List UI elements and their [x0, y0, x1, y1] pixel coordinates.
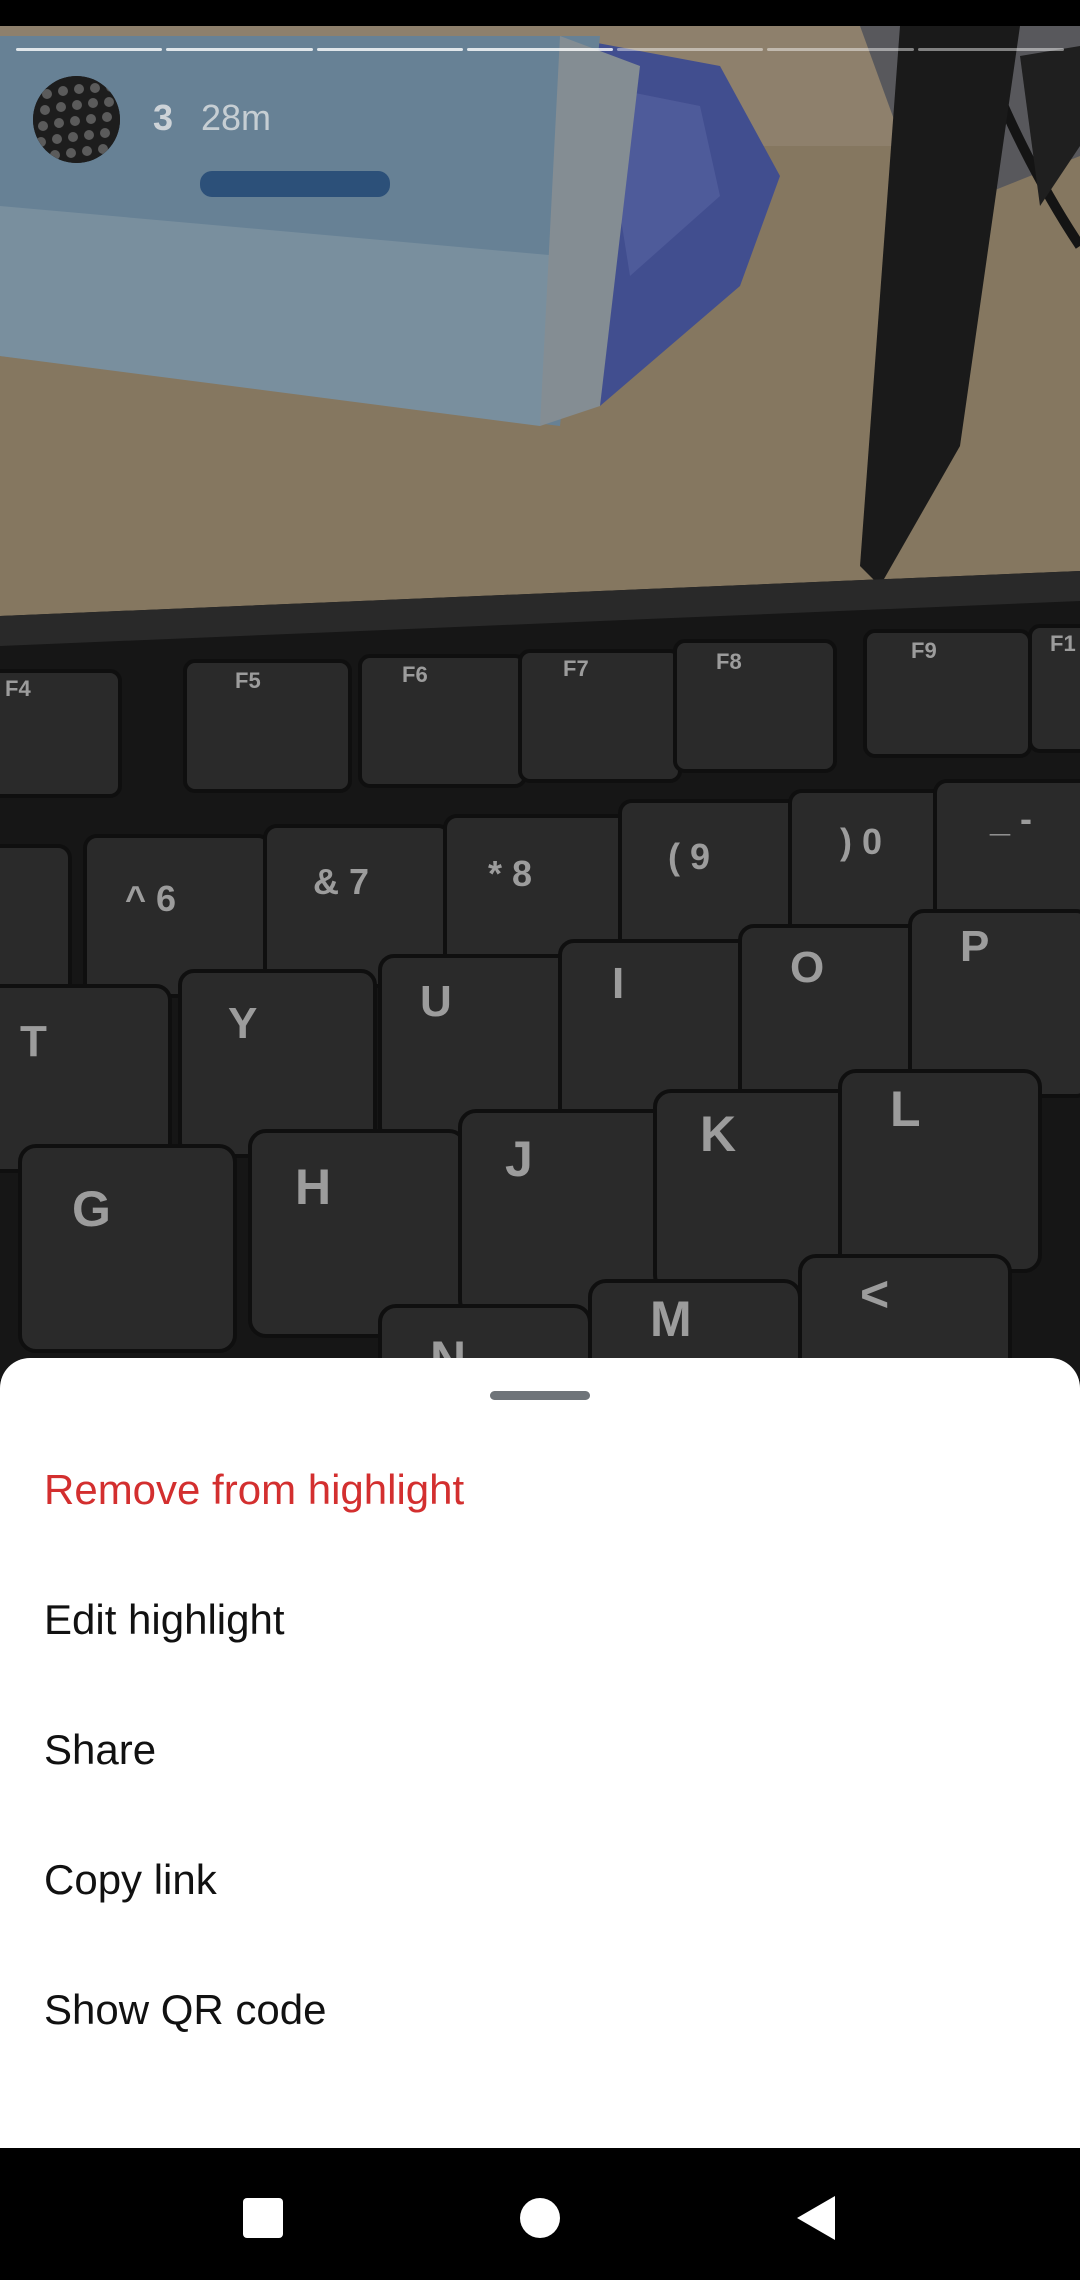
- progress-segment: [316, 48, 463, 51]
- story-timestamp: 28m: [201, 97, 272, 138]
- circle-icon: [520, 2198, 560, 2238]
- triangle-back-icon: [797, 2196, 835, 2240]
- dim-overlay: [0, 26, 1080, 1380]
- back-button[interactable]: [772, 2178, 862, 2258]
- status-bar: [0, 0, 1080, 26]
- menu-item-label: Edit highlight: [44, 1596, 285, 1643]
- menu-item-label: Show QR code: [44, 1986, 327, 2033]
- copy-link-button[interactable]: Copy link: [0, 1812, 1080, 1942]
- menu-item-label: Share: [44, 1726, 157, 1773]
- recents-button[interactable]: [218, 2178, 308, 2258]
- progress-segment: [16, 48, 163, 51]
- home-button[interactable]: [495, 2178, 585, 2258]
- options-bottom-sheet: Remove from highlight Edit highlight Sha…: [0, 1358, 1080, 2148]
- progress-segment: [466, 48, 614, 51]
- edit-highlight-button[interactable]: Edit highlight: [0, 1552, 1080, 1682]
- progress-segment: [767, 48, 914, 51]
- progress-segment: [166, 48, 313, 51]
- menu-item-label: Copy link: [44, 1856, 217, 1903]
- menu-item-label: Remove from highlight: [44, 1466, 465, 1513]
- avatar[interactable]: [33, 76, 120, 163]
- progress-segment: [617, 48, 764, 51]
- progress-segment: [917, 48, 1064, 51]
- remove-from-highlight-button[interactable]: Remove from highlight: [0, 1422, 1080, 1552]
- story-progress-bar: [16, 48, 1064, 52]
- square-icon: [243, 2198, 283, 2238]
- story-photo[interactable]: F4 F5 F6 F7 F8 F9 F1 ^ 6 & 7 * 8 ( 9 ) 0…: [0, 26, 1080, 1380]
- share-button[interactable]: Share: [0, 1682, 1080, 1812]
- show-qr-code-button[interactable]: Show QR code: [0, 1942, 1080, 2072]
- navigation-bar: [0, 2148, 1080, 2280]
- drag-handle[interactable]: [490, 1391, 590, 1400]
- story-username[interactable]: 3: [153, 96, 173, 140]
